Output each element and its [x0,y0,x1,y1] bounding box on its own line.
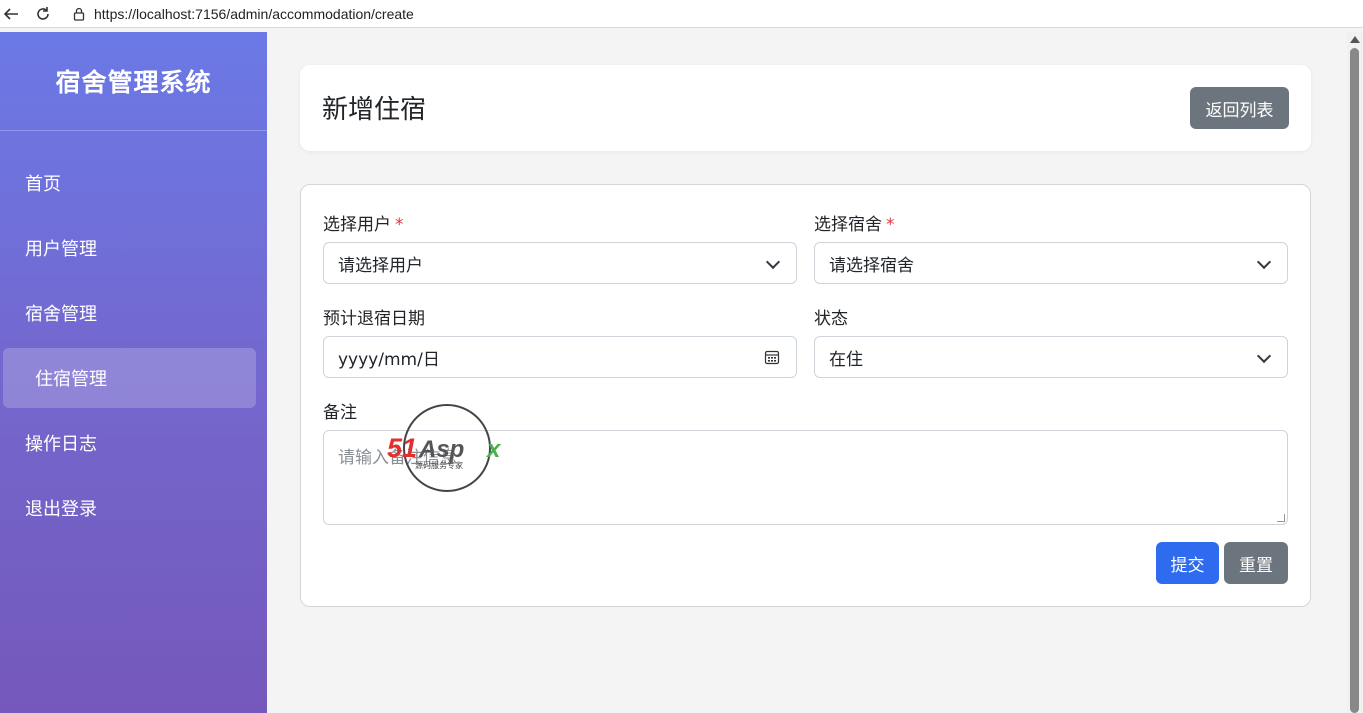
chevron-down-icon [1256,348,1272,364]
sidebar-menu: 首页 用户管理 宿舍管理 住宿管理 操作日志 退出登录 [0,131,267,538]
calendar-icon[interactable] [764,349,780,365]
watermark-tagline: 源码服务专家 [415,460,463,470]
dorm-label-text: 选择宿舍 [814,215,882,235]
user-label-text: 选择用户 [323,215,391,235]
dorm-select-value: 请选择宿舍 [829,255,914,276]
sidebar-item-logout[interactable]: 退出登录 [3,478,256,538]
sidebar-item-label: 用户管理 [25,239,97,260]
back-to-list-button[interactable]: 返回列表 [1190,87,1289,129]
checkout-date-label: 预计退宿日期 [323,309,425,329]
reset-button[interactable]: 重置 [1224,542,1288,584]
scrollbar-thumb[interactable] [1350,48,1359,713]
lock-icon [73,7,85,21]
watermark-brand-asp: Asp [418,436,464,463]
status-select[interactable]: 在住 [814,336,1288,378]
remark-label: 备注 [323,403,357,423]
page-header-card: 新增住宿 返回列表 [300,65,1311,151]
status-select-value: 在住 [829,349,863,370]
brand: 宿舍管理系统 [0,32,267,131]
sidebar-item-label: 宿舍管理 [25,304,97,325]
chevron-down-icon [1256,254,1272,270]
sidebar-item-label: 住宿管理 [35,369,107,390]
sidebar-item-users[interactable]: 用户管理 [3,218,256,278]
sidebar-item-label: 退出登录 [25,499,97,520]
back-arrow-icon[interactable] [0,3,22,25]
dorm-select[interactable]: 请选择宿舍 [814,242,1288,284]
sidebar-item-logs[interactable]: 操作日志 [3,413,256,473]
status-label: 状态 [814,309,848,329]
scroll-up-arrow-icon[interactable] [1350,36,1360,43]
browser-address-bar: https://localhost:7156/admin/accommodati… [0,0,1363,28]
sidebar-item-home[interactable]: 首页 [3,153,256,213]
watermark-brand-x: x [485,436,502,463]
user-select[interactable]: 请选择用户 [323,242,797,284]
user-select-value: 请选择用户 [338,255,423,276]
sidebar: 宿舍管理系统 首页 用户管理 宿舍管理 住宿管理 操作日志 退出登录 [0,32,267,713]
checkout-date-input[interactable]: yyyy/mm/日 [323,336,797,378]
checkout-date-value: yyyy/mm/日 [338,349,440,370]
sidebar-item-label: 首页 [25,174,61,195]
page-title: 新增住宿 [322,95,427,125]
required-mark: * [395,215,404,235]
vertical-scrollbar[interactable] [1347,32,1363,713]
sidebar-item-accommodation[interactable]: 住宿管理 [3,348,256,408]
submit-button[interactable]: 提交 [1156,542,1219,584]
dorm-field-label: 选择宿舍 * [814,210,895,235]
sidebar-item-dorms[interactable]: 宿舍管理 [3,283,256,343]
url-field[interactable]: https://localhost:7156/admin/accommodati… [64,0,1363,27]
app-title: 宿舍管理系统 [55,68,212,97]
watermark-logo: 51 Asp x 源码服务专家 [387,404,502,492]
user-field-label: 选择用户 * [323,210,404,235]
url-text: https://localhost:7156/admin/accommodati… [94,5,414,22]
reload-icon[interactable] [32,3,54,25]
resize-handle[interactable] [1277,514,1285,522]
watermark-brand-51: 51 [387,433,417,463]
chevron-down-icon [765,254,781,270]
sidebar-item-label: 操作日志 [25,434,97,455]
required-mark: * [886,215,895,235]
accommodation-form: 选择用户 * 请选择用户 选择宿舍 * 请选择宿舍 预计退宿日期 yyyy/mm/日… [300,184,1311,607]
